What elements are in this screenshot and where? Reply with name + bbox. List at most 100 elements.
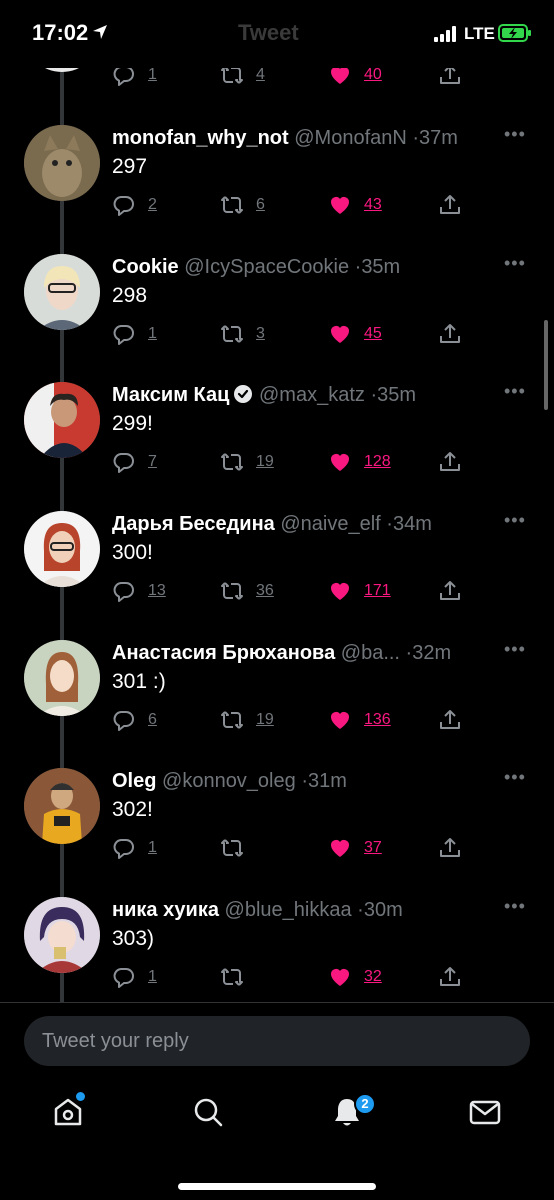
display-name[interactable]: Дарья Беседина bbox=[112, 513, 275, 535]
retweet-button[interactable]: 36 bbox=[220, 577, 274, 605]
retweet-icon bbox=[221, 196, 243, 214]
tweet-text: 302! bbox=[112, 798, 153, 821]
display-name[interactable]: monofan_why_not bbox=[112, 127, 289, 149]
handle[interactable]: @MonofanN bbox=[294, 127, 407, 149]
reply-button[interactable]: 13 bbox=[112, 577, 166, 605]
profile-photo bbox=[24, 382, 100, 458]
timestamp: 35m bbox=[361, 256, 401, 278]
avatar[interactable] bbox=[24, 382, 100, 458]
tweet[interactable]: Анастасия Брюханова @ba... ·32m ••• 301 … bbox=[0, 640, 554, 768]
handle[interactable]: @max_katz bbox=[259, 384, 365, 406]
more-icon[interactable]: ••• bbox=[504, 125, 530, 145]
like-count: 171 bbox=[364, 582, 391, 599]
share-button[interactable] bbox=[438, 834, 462, 862]
reply-count: 1 bbox=[148, 325, 157, 342]
retweet-button[interactable]: 6 bbox=[220, 191, 265, 219]
handle[interactable]: @blue_hikkaa bbox=[225, 899, 352, 921]
like-button[interactable]: 37 bbox=[328, 834, 382, 862]
share-button[interactable] bbox=[438, 448, 462, 476]
retweet-button[interactable]: 19 bbox=[220, 706, 274, 734]
display-name[interactable]: Cookie bbox=[112, 256, 179, 278]
like-button[interactable]: 32 bbox=[328, 963, 382, 991]
tweet[interactable]: Дарья Беседина @naive_elf ·34m ••• 300! … bbox=[0, 511, 554, 639]
retweet-count: 36 bbox=[256, 582, 274, 599]
signal-icon bbox=[434, 26, 456, 42]
battery-charging-icon bbox=[498, 24, 531, 42]
tweet-actions: 2 6 43 bbox=[112, 191, 532, 219]
profile-photo bbox=[24, 640, 100, 716]
tweet-actions: 6 19 136 bbox=[112, 706, 532, 734]
share-icon bbox=[440, 581, 460, 600]
profile-photo bbox=[24, 511, 100, 587]
reply-button[interactable]: 6 bbox=[112, 706, 157, 734]
reply-button[interactable]: 7 bbox=[112, 448, 157, 476]
tweet-actions: 1 32 bbox=[112, 963, 532, 991]
reply-button[interactable]: 2 bbox=[112, 191, 157, 219]
like-count: 43 bbox=[364, 196, 382, 213]
reply-icon bbox=[113, 453, 134, 473]
like-button[interactable]: 171 bbox=[328, 577, 391, 605]
more-icon[interactable]: ••• bbox=[504, 511, 530, 531]
more-icon[interactable]: ••• bbox=[504, 768, 530, 788]
more-icon[interactable]: ••• bbox=[504, 640, 530, 660]
display-name[interactable]: Анастасия Брюханова bbox=[112, 642, 335, 664]
handle[interactable]: @konnov_oleg bbox=[162, 770, 296, 792]
retweet-icon bbox=[221, 711, 243, 729]
reply-input[interactable]: Tweet your reply bbox=[24, 1016, 530, 1066]
share-button[interactable] bbox=[438, 706, 462, 734]
tweet-actions: 13 36 171 bbox=[112, 577, 532, 605]
share-button[interactable] bbox=[438, 191, 462, 219]
share-button[interactable] bbox=[438, 963, 462, 991]
separator-dot: · bbox=[386, 513, 393, 535]
avatar[interactable] bbox=[24, 511, 100, 587]
retweet-icon bbox=[221, 968, 243, 986]
share-icon bbox=[440, 452, 460, 471]
retweet-button[interactable]: 3 bbox=[220, 320, 265, 348]
display-name[interactable]: Oleg bbox=[112, 770, 156, 792]
reply-button[interactable]: 1 bbox=[112, 834, 157, 862]
tab-messages[interactable] bbox=[468, 1095, 502, 1129]
share-button[interactable] bbox=[438, 320, 462, 348]
retweet-count: 6 bbox=[256, 196, 265, 213]
avatar[interactable] bbox=[24, 254, 100, 330]
retweet-button[interactable] bbox=[220, 963, 256, 991]
retweet-count: 4 bbox=[256, 66, 265, 83]
like-button[interactable]: 45 bbox=[328, 320, 382, 348]
more-icon[interactable]: ••• bbox=[504, 897, 530, 917]
retweet-button[interactable]: 19 bbox=[220, 448, 274, 476]
tweet-header: Анастасия Брюханова @ba... ·32m bbox=[112, 640, 497, 666]
home-indicator[interactable] bbox=[178, 1183, 376, 1190]
reply-button[interactable]: 1 bbox=[112, 320, 157, 348]
profile-photo bbox=[24, 768, 100, 844]
more-icon[interactable]: ••• bbox=[504, 382, 530, 402]
avatar[interactable] bbox=[24, 640, 100, 716]
tab-search[interactable] bbox=[191, 1095, 225, 1129]
share-button[interactable] bbox=[438, 577, 462, 605]
avatar[interactable] bbox=[24, 768, 100, 844]
heart-icon bbox=[331, 840, 349, 857]
tweet[interactable]: Oleg @konnov_oleg ·31m ••• 302! 1 37 bbox=[0, 768, 554, 896]
timestamp: 32m bbox=[412, 642, 452, 664]
retweet-button[interactable] bbox=[220, 834, 256, 862]
timestamp: 30m bbox=[363, 899, 403, 921]
avatar[interactable] bbox=[24, 125, 100, 201]
separator-dot: · bbox=[357, 899, 364, 921]
timestamp: 34m bbox=[392, 513, 432, 535]
like-count: 32 bbox=[364, 968, 382, 985]
handle[interactable]: @IcySpaceCookie bbox=[184, 256, 349, 278]
more-icon[interactable]: ••• bbox=[504, 254, 530, 274]
avatar[interactable] bbox=[24, 897, 100, 973]
status-time: 17:02 bbox=[32, 20, 89, 45]
scrollbar[interactable] bbox=[544, 320, 548, 410]
tweet[interactable]: Cookie @IcySpaceCookie ·35m ••• 298 1 3 … bbox=[0, 254, 554, 382]
like-button[interactable]: 128 bbox=[328, 448, 391, 476]
display-name[interactable]: ника хуика bbox=[112, 899, 219, 921]
handle[interactable]: @naive_elf bbox=[280, 513, 380, 535]
tweet[interactable]: Максим Кац @max_katz ·35m ••• 299! 7 19 … bbox=[0, 382, 554, 510]
tweet[interactable]: monofan_why_not @MonofanN ·37m ••• 297 2… bbox=[0, 125, 554, 253]
like-button[interactable]: 43 bbox=[328, 191, 382, 219]
like-button[interactable]: 136 bbox=[328, 706, 391, 734]
display-name[interactable]: Максим Кац bbox=[112, 384, 229, 406]
handle[interactable]: @ba... bbox=[341, 642, 400, 664]
reply-button[interactable]: 1 bbox=[112, 963, 157, 991]
